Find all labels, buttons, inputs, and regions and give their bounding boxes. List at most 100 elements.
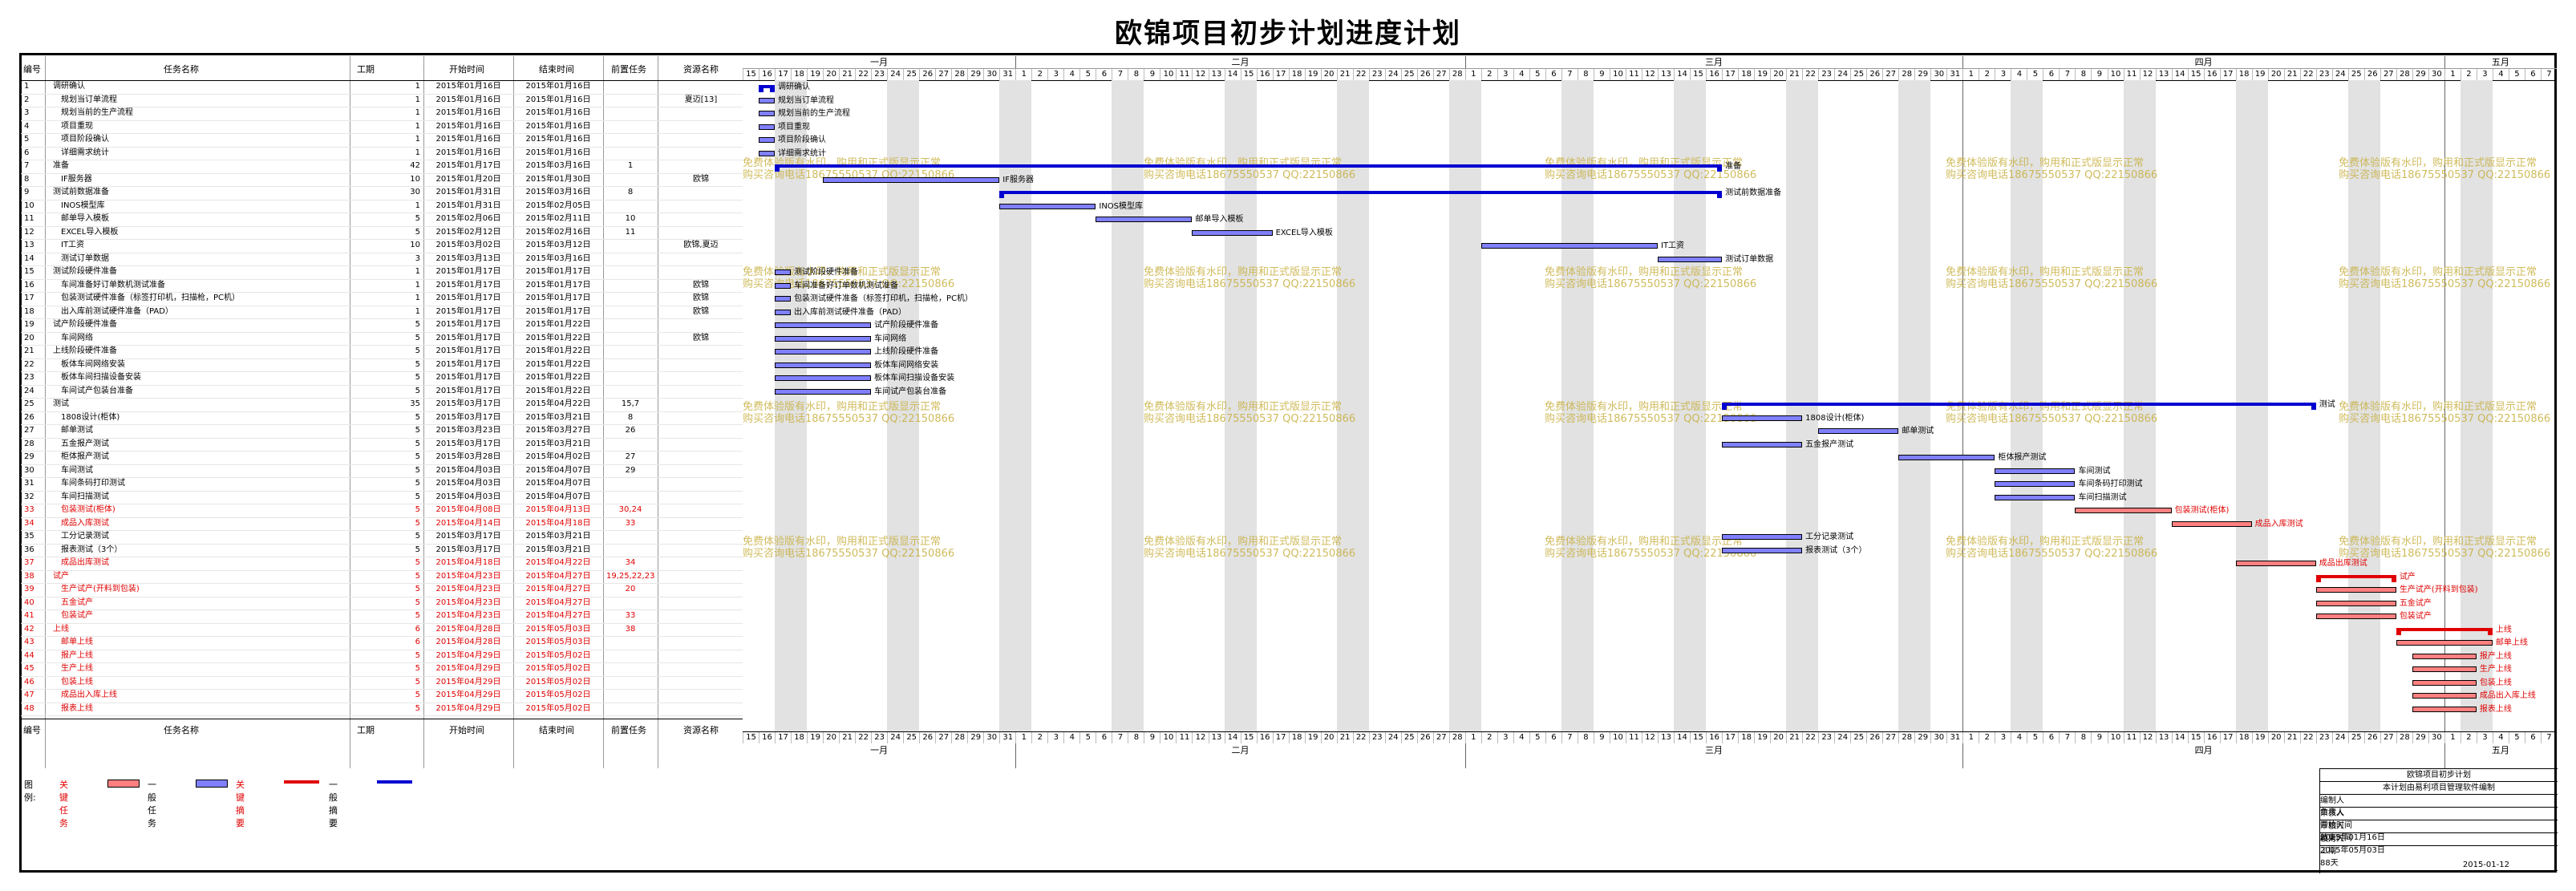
day-footer: 10 bbox=[2107, 732, 2124, 743]
day-footer: 15 bbox=[743, 732, 759, 743]
task-cell-no: 40 bbox=[24, 597, 34, 607]
info-key: 审核人 bbox=[2320, 809, 2344, 818]
weekend-shade bbox=[1914, 80, 1931, 731]
watermark-line2: 购买咨询电话18675550537 QQ:22150866 bbox=[2339, 548, 2551, 560]
task-cell-no: 16 bbox=[24, 280, 34, 290]
task-cell-dur: 5 bbox=[415, 227, 420, 237]
day-footer: 11 bbox=[1625, 732, 1642, 743]
task-cell-start: 2015年04月28日 bbox=[435, 638, 501, 646]
task-cell-no: 20 bbox=[24, 333, 34, 342]
info-subtitle: 本计划由易利项目管理软件编制 bbox=[2320, 782, 2558, 795]
summary-cap-left bbox=[1722, 403, 1727, 410]
weekend-shade bbox=[1448, 80, 1465, 731]
task-cell-end: 2015年04月13日 bbox=[525, 505, 591, 514]
day-footer: 21 bbox=[1336, 732, 1353, 743]
task-cell-start: 2015年03月28日 bbox=[435, 452, 501, 461]
task-bar bbox=[1722, 441, 1803, 448]
watermark: 免费体验版有水印，购用和正式版显示正常 购买咨询电话18675550537 QQ:… bbox=[1946, 157, 2157, 181]
task-cell-no: 31 bbox=[24, 479, 34, 488]
day-footer: 4 bbox=[2011, 732, 2027, 743]
task-cell-pred: 29 bbox=[625, 465, 636, 475]
day-footer: 13 bbox=[2155, 732, 2172, 743]
day-header: 16 bbox=[1706, 69, 1722, 80]
task-bar bbox=[775, 269, 792, 275]
day-footer: 5 bbox=[2027, 732, 2043, 743]
task-cell-res: 欧锦 bbox=[693, 333, 709, 342]
task-cell-end: 2015年01月22日 bbox=[525, 320, 591, 329]
task-cell-end: 2015年05月02日 bbox=[525, 691, 591, 699]
task-cell-no: 48 bbox=[24, 703, 34, 713]
watermark: 免费体验版有水印，购用和正式版显示正常 购买咨询电话18675550537 QQ:… bbox=[1545, 266, 1756, 290]
task-cell-start: 2015年01月16日 bbox=[435, 135, 501, 144]
day-header: 21 bbox=[1336, 69, 1353, 80]
day-header: 27 bbox=[1882, 69, 1898, 80]
task-cell-dur: 5 bbox=[415, 677, 420, 686]
task-cell-start: 2015年04月03日 bbox=[435, 479, 501, 488]
day-header: 19 bbox=[1754, 69, 1770, 80]
day-footer: 11 bbox=[2123, 732, 2140, 743]
day-header: 4 bbox=[2492, 69, 2509, 80]
task-cell-start: 2015年04月29日 bbox=[435, 650, 501, 660]
day-header: 6 bbox=[2043, 69, 2059, 80]
task-cell-dur: 1 bbox=[415, 82, 420, 91]
day-header: 5 bbox=[2027, 69, 2043, 80]
task-bar-label: 出入库前测试硬件准备（PAD） bbox=[794, 307, 906, 317]
task-cell-end: 2015年01月16日 bbox=[525, 82, 591, 91]
day-footer: 1 bbox=[1962, 732, 1979, 743]
task-cell-start: 2015年03月02日 bbox=[435, 241, 501, 249]
day-footer: 22 bbox=[1352, 732, 1369, 743]
day-footer: 3 bbox=[2476, 732, 2493, 743]
watermark-line2: 购买咨询电话18675550537 QQ:22150866 bbox=[2339, 278, 2551, 290]
task-cell-res: 欧锦 bbox=[693, 174, 709, 184]
task-cell-name: IF服务器 bbox=[61, 174, 92, 184]
day-header: 1 bbox=[1962, 69, 1979, 80]
day-header: 10 bbox=[1609, 69, 1626, 80]
day-footer: 28 bbox=[2396, 732, 2412, 743]
day-footer: 20 bbox=[1320, 732, 1337, 743]
day-header: 24 bbox=[1834, 69, 1850, 80]
day-footer: 11 bbox=[1176, 732, 1192, 743]
task-bar-label: 车间网络 bbox=[874, 334, 907, 343]
summary-cap-left bbox=[2315, 574, 2321, 582]
task-cell-name: 邮单导入模板 bbox=[61, 214, 109, 223]
day-footer: 24 bbox=[1834, 732, 1850, 743]
day-header: 14 bbox=[1674, 69, 1690, 80]
task-cell-pred: 11 bbox=[625, 227, 636, 237]
task-cell-pred: 8 bbox=[627, 412, 634, 422]
month-footer: 四月 bbox=[2194, 745, 2213, 755]
chart-footer-divider bbox=[743, 731, 2557, 732]
day-header: 26 bbox=[2363, 69, 2380, 80]
task-cell-dur: 42 bbox=[410, 161, 420, 170]
task-bar bbox=[759, 137, 776, 143]
task-cell-start: 2015年03月17日 bbox=[435, 439, 501, 448]
task-cell-name: 测试前数据准备 bbox=[53, 188, 109, 196]
task-cell-no: 35 bbox=[24, 532, 34, 541]
task-cell-pred: 8 bbox=[627, 188, 634, 196]
info-row: 审核人 结束时间 2015年05月03日 bbox=[2320, 820, 2558, 855]
legend-crit-summary: 关键摘要 bbox=[236, 780, 245, 828]
task-cell-dur: 1 bbox=[415, 135, 420, 144]
task-cell-dur: 5 bbox=[415, 597, 420, 607]
task-cell-no: 30 bbox=[24, 465, 34, 475]
task-cell-start: 2015年04月28日 bbox=[435, 624, 501, 634]
task-bar-label: 成品出库测试 bbox=[2319, 559, 2367, 568]
task-cell-start: 2015年01月17日 bbox=[435, 386, 501, 395]
task-bar bbox=[823, 176, 1000, 183]
day-header: 6 bbox=[1096, 69, 1112, 80]
summary-cap-right bbox=[770, 85, 776, 92]
task-bar-label: 车间准备好订单数机测试准备 bbox=[794, 281, 899, 290]
summary-bar bbox=[775, 164, 1723, 168]
task-cell-no: 46 bbox=[24, 677, 34, 686]
task-bar-label: 测试前数据准备 bbox=[1725, 188, 1782, 197]
task-bar bbox=[1995, 481, 2076, 487]
task-cell-end: 2015年01月22日 bbox=[525, 333, 591, 342]
task-cell-name: 生产试产(开料到包装) bbox=[61, 585, 140, 593]
day-header: 22 bbox=[1802, 69, 1818, 80]
column-header-no: 编号 bbox=[23, 64, 41, 75]
task-cell-end: 2015年05月02日 bbox=[525, 664, 591, 673]
task-bar bbox=[2171, 520, 2252, 527]
task-cell-name: 上线阶段硬件准备 bbox=[53, 346, 117, 355]
day-footer: 19 bbox=[1304, 732, 1321, 743]
task-bar-label: 工分记录测试 bbox=[1805, 533, 1854, 541]
task-cell-start: 2015年01月17日 bbox=[435, 320, 501, 329]
